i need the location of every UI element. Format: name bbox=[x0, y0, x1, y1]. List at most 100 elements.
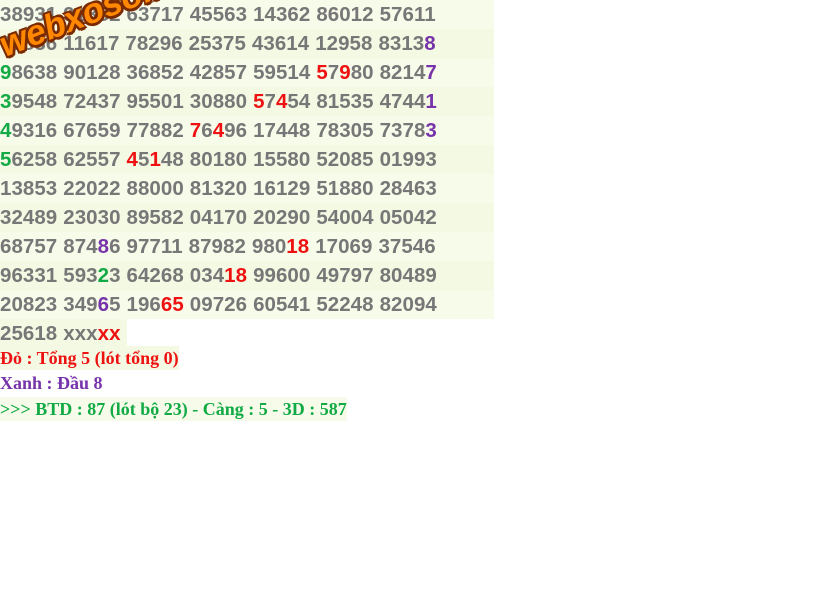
number-cell: 99600 bbox=[253, 261, 310, 290]
digit-group: 80180 bbox=[189, 148, 248, 171]
number-cell: 54004 bbox=[316, 203, 373, 232]
number-cell: 67659 bbox=[63, 116, 120, 145]
number-cell: 30880 bbox=[190, 87, 247, 116]
digit-group: 6 bbox=[201, 119, 213, 142]
digit-group: 80489 bbox=[379, 264, 437, 287]
number-cell: 05042 bbox=[380, 203, 437, 232]
digit-group: 28463 bbox=[379, 177, 437, 200]
note-green: >>> BTD : 87 (lót bộ 23) - Càng : 5 - 3D… bbox=[0, 397, 347, 421]
number-cell: 52248 bbox=[316, 290, 373, 319]
digit-group: 37546 bbox=[378, 235, 436, 258]
number-row-last: 25618 xxxxx bbox=[0, 319, 494, 348]
number-cell: 14362 bbox=[253, 0, 310, 29]
number-row: 68757 87486 97711 87982 98018 17069 37546 bbox=[0, 232, 494, 261]
number-cell: 56258 bbox=[0, 145, 57, 174]
digit-group: 4 bbox=[126, 148, 138, 171]
digit-group: 09726 bbox=[189, 293, 248, 316]
digit-group: 95501 bbox=[126, 90, 184, 113]
digit-group: 18 bbox=[286, 235, 310, 258]
digit-group: 18 bbox=[224, 264, 248, 287]
digit-group: 5 bbox=[316, 61, 328, 84]
number-cell: 57611 bbox=[380, 0, 436, 29]
digit-group: 77882 bbox=[126, 119, 184, 142]
digit-group: 6 bbox=[109, 235, 121, 258]
digit-group: xx bbox=[97, 322, 121, 345]
number-cell: 25618 bbox=[0, 319, 57, 348]
digit-group: 59514 bbox=[253, 61, 311, 84]
number-cell: 57454 bbox=[253, 87, 310, 116]
number-cell: 64268 bbox=[127, 261, 184, 290]
number-cell: 95501 bbox=[127, 87, 184, 116]
digit-group: 8 bbox=[97, 235, 110, 258]
number-cell: 98018 bbox=[252, 232, 309, 261]
digit-group: 7 bbox=[189, 119, 202, 142]
digit-group: 89582 bbox=[126, 206, 184, 229]
digit-group: 68757 bbox=[0, 235, 58, 258]
digit-group: 16129 bbox=[253, 177, 311, 200]
digit-group: 12958 bbox=[315, 32, 373, 55]
number-cell: 39548 bbox=[0, 87, 57, 116]
last-row-content: 25618 xxxxx bbox=[0, 319, 127, 348]
digit-group: 980 bbox=[251, 235, 287, 258]
number-cell: 13853 bbox=[0, 174, 57, 203]
digit-group: 6 bbox=[97, 293, 110, 316]
number-cell: 80489 bbox=[380, 261, 437, 290]
digit-group: 32489 bbox=[0, 206, 58, 229]
number-cell: 49316 bbox=[0, 116, 57, 145]
number-cell: 36852 bbox=[127, 58, 184, 87]
digit-group: 7 bbox=[327, 61, 340, 84]
digit-group: 25618 bbox=[0, 322, 58, 345]
number-row: 20823 34965 19665 09726 60541 52248 82094 bbox=[0, 290, 494, 319]
number-cell: 60541 bbox=[253, 290, 310, 319]
digit-group: 97711 bbox=[126, 235, 183, 258]
digit-group: 20290 bbox=[253, 206, 311, 229]
digit-group: 349 bbox=[63, 293, 98, 316]
number-cell: 57980 bbox=[316, 58, 373, 87]
digit-group: 17448 bbox=[253, 119, 311, 142]
number-cell: 81320 bbox=[190, 174, 247, 203]
digit-group: 52248 bbox=[316, 293, 374, 316]
number-cell: 96331 bbox=[0, 261, 57, 290]
number-row: 39548 72437 95501 30880 57454 81535 47441 bbox=[0, 87, 494, 116]
digit-group: 3 bbox=[0, 90, 12, 113]
digit-group: 88000 bbox=[126, 177, 184, 200]
digit-group: 57611 bbox=[379, 3, 436, 26]
number-cell: 73783 bbox=[380, 116, 437, 145]
digit-group: 22022 bbox=[63, 177, 121, 200]
digit-group: 81535 bbox=[316, 90, 374, 113]
digit-group: 49797 bbox=[316, 264, 374, 287]
digit-group: 23030 bbox=[63, 206, 121, 229]
number-cell: 15580 bbox=[253, 145, 310, 174]
digit-group: 5 bbox=[253, 90, 265, 113]
digit-group: 80 bbox=[350, 61, 374, 84]
number-cell: 81535 bbox=[316, 87, 373, 116]
number-cell: 22022 bbox=[63, 174, 120, 203]
number-cell: 89582 bbox=[127, 203, 184, 232]
number-cell: 68757 bbox=[0, 232, 57, 261]
digit-group: 4 bbox=[212, 119, 225, 142]
digit-group: 8313 bbox=[378, 32, 425, 55]
number-cell: 34965 bbox=[63, 290, 120, 319]
digit-group: 45563 bbox=[189, 3, 248, 26]
digit-group: 7378 bbox=[379, 119, 426, 142]
digit-group: 87982 bbox=[188, 235, 246, 258]
digit-group: 9548 bbox=[11, 90, 58, 113]
number-cell: 09726 bbox=[190, 290, 247, 319]
number-cell: 86012 bbox=[316, 0, 373, 29]
digit-group: 81320 bbox=[189, 177, 248, 200]
number-cell: 51880 bbox=[316, 174, 373, 203]
digit-group: 96331 bbox=[0, 264, 58, 287]
digit-group: 20823 bbox=[0, 293, 58, 316]
digit-group: 17069 bbox=[315, 235, 373, 258]
number-cell: 52085 bbox=[316, 145, 373, 174]
digit-group: 3 bbox=[425, 119, 437, 142]
digit-group: 7 bbox=[264, 90, 276, 113]
digit-group: 3 bbox=[109, 264, 121, 287]
digit-group: 5 bbox=[137, 148, 150, 171]
number-cell: 17069 bbox=[315, 232, 372, 261]
digit-group: 25375 bbox=[188, 32, 246, 55]
number-cell: 37546 bbox=[378, 232, 435, 261]
digit-group: 64268 bbox=[126, 264, 184, 287]
digit-group: 62557 bbox=[63, 148, 121, 171]
digit-group: 1 bbox=[149, 148, 161, 171]
